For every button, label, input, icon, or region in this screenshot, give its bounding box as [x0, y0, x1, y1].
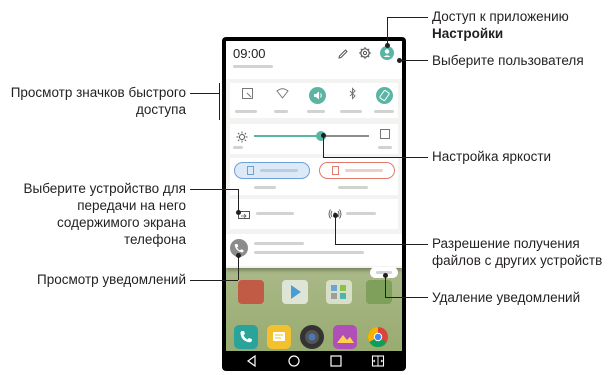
brightness-control	[230, 124, 398, 154]
sim-selector	[230, 158, 398, 195]
gallery-icon[interactable]	[333, 325, 357, 349]
home-screen-apps	[226, 272, 402, 304]
rotation-icon[interactable]	[376, 87, 393, 104]
view-notifications-caption: Просмотр уведомлений	[37, 272, 186, 287]
back-icon[interactable]	[244, 353, 260, 369]
camera-icon[interactable]	[300, 325, 324, 349]
phone-icon[interactable]	[234, 325, 258, 349]
share-row	[230, 199, 398, 229]
play-store-icon[interactable]	[282, 280, 308, 304]
home-icon[interactable]	[286, 353, 302, 369]
select-user-caption: Выберите пользователя	[432, 53, 584, 68]
brightness-caption: Настройка яркости	[432, 149, 552, 164]
brightness-slider[interactable]	[254, 131, 369, 141]
user-icon[interactable]	[380, 46, 394, 60]
screenshot-icon[interactable]	[239, 87, 256, 104]
recents-icon[interactable]	[328, 353, 344, 369]
delete-notifications-caption: Удаление уведомлений	[432, 290, 581, 305]
sim-2-icon	[332, 166, 339, 175]
dual-window-icon[interactable]	[370, 353, 386, 369]
brightness-fill	[254, 135, 321, 137]
select-device-caption: Выберите устройство для передачи на него…	[23, 181, 186, 247]
sound-icon[interactable]	[309, 87, 326, 104]
date-placeholder	[233, 65, 273, 68]
edit-icon[interactable]	[337, 47, 349, 59]
quick-icons-caption: Просмотр значков быстрого доступа	[10, 85, 186, 117]
receive-files-caption: Разрешение получения файлов с других уст…	[432, 236, 603, 268]
settings-access-caption: Доступ к приложению Настройки	[432, 9, 569, 41]
sun-icon	[236, 130, 248, 143]
sim-2-button[interactable]	[319, 162, 395, 179]
lg-folder-icon[interactable]	[366, 280, 392, 304]
navigation-bar	[226, 351, 402, 371]
status-time: 09:00	[233, 46, 266, 61]
gear-icon[interactable]	[358, 46, 372, 60]
youtube-icon[interactable]	[238, 280, 264, 304]
status-bar: 09:00	[226, 41, 402, 79]
wifi-icon[interactable]	[274, 87, 291, 104]
auto-brightness-checkbox[interactable]	[380, 129, 390, 139]
messages-icon[interactable]	[267, 325, 291, 349]
phone-screen: 09:00	[226, 41, 402, 351]
phone-screenshot: 09:00	[222, 37, 406, 371]
bluetooth-icon[interactable]	[344, 87, 361, 104]
notification-item[interactable]	[226, 234, 402, 266]
quick-settings-row	[230, 83, 398, 118]
page-indicator	[306, 317, 322, 330]
sim-1-icon	[247, 166, 254, 175]
sim-1-button[interactable]	[234, 162, 310, 179]
tools-folder-icon[interactable]	[326, 280, 352, 304]
quick-icons-bracket	[219, 83, 220, 120]
app-dock	[226, 325, 402, 351]
chrome-icon[interactable]	[366, 325, 390, 349]
